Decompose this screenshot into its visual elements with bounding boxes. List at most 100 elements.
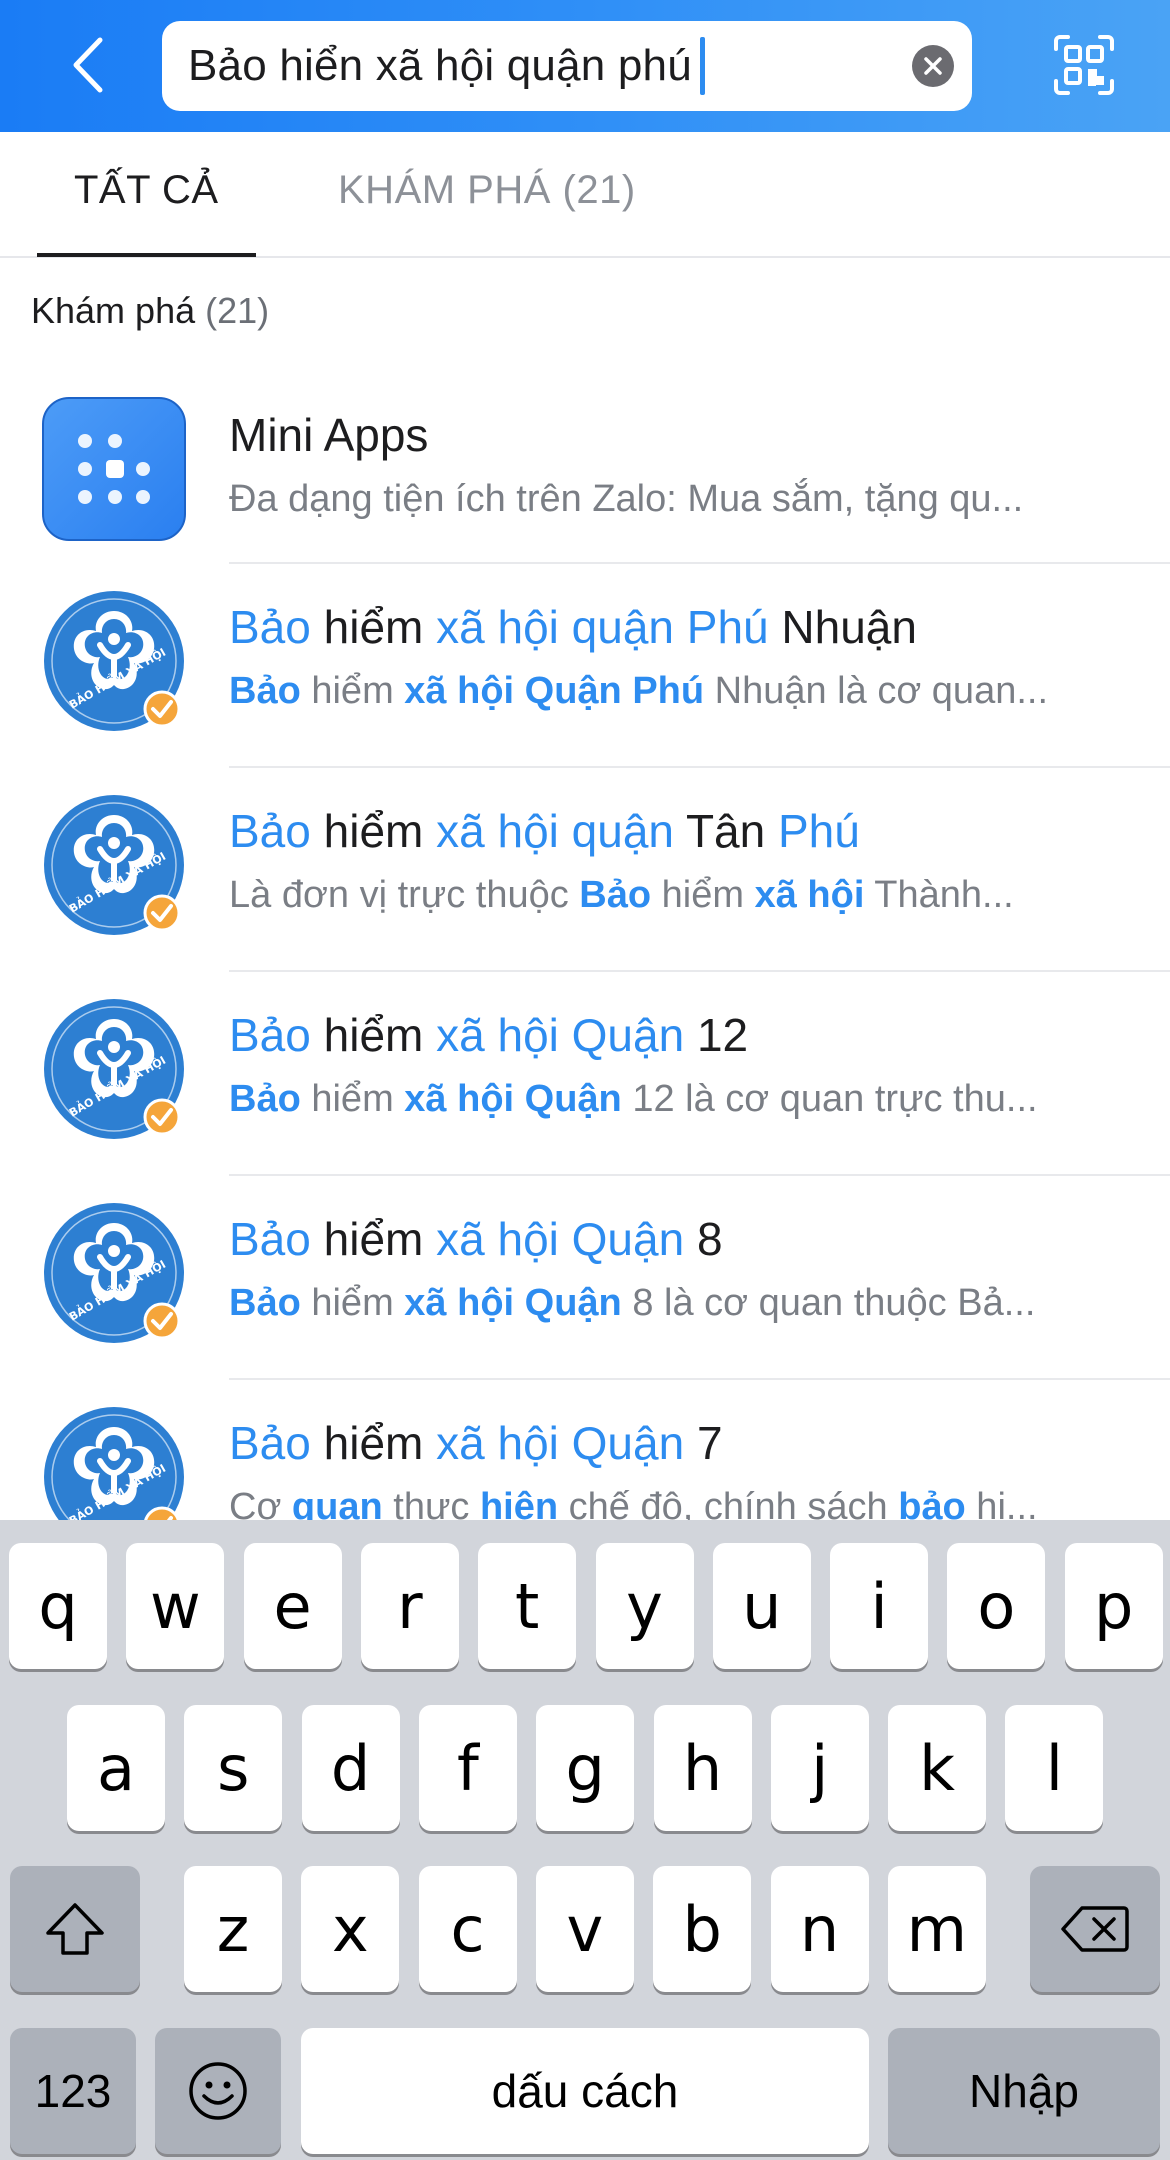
numbers-key[interactable]: 123 (10, 2028, 136, 2154)
section-title-label: Khám phá (31, 290, 196, 331)
key-j[interactable]: j (770, 1705, 869, 1831)
title-segment: Bảo (229, 1009, 311, 1061)
item-subtitle: Bảo hiểm xã hội Quận 8 là cơ quan thuộc … (229, 1282, 1129, 1325)
list-item[interactable]: BẢO HIỂM XÃ HỘI Bảo hiểm xã hội quận Tân… (0, 768, 1170, 972)
text-caret (699, 37, 705, 95)
space-key[interactable]: dấu cách (301, 2028, 869, 2154)
key-e[interactable]: e (243, 1543, 342, 1669)
shift-icon (46, 1903, 104, 1955)
key-v[interactable]: v (535, 1866, 634, 1992)
key-o[interactable]: o (947, 1543, 1046, 1669)
subtitle-segment: Bảo (579, 874, 652, 916)
key-a[interactable]: a (67, 1705, 165, 1831)
tab-explore[interactable]: KHÁM PHÁ (21) (338, 168, 636, 213)
key-z[interactable]: z (184, 1866, 282, 1992)
result-tabs: TẤT CẢ KHÁM PHÁ (21) (0, 132, 1170, 258)
key-x[interactable]: x (301, 1866, 400, 1992)
item-title: Bảo hiểm xã hội Quận 8 (229, 1212, 723, 1266)
subtitle-segment: hiểm (651, 874, 755, 916)
key-w[interactable]: w (126, 1543, 225, 1669)
backspace-icon (1061, 1906, 1129, 1952)
subtitle-segment: Cơ (229, 1486, 292, 1520)
tab-all[interactable]: TẤT CẢ (74, 168, 219, 213)
avatar: BẢO HIỂM XÃ HỘI (42, 997, 186, 1141)
social-insurance-logo: BẢO HIỂM XÃ HỘI (44, 999, 184, 1139)
item-subtitle: Là đơn vị trực thuộc Bảo hiểm xã hội Thà… (229, 874, 1129, 917)
title-segment: Mini Apps (229, 409, 429, 461)
subtitle-segment: xã hội (754, 874, 865, 916)
title-segment: Bảo (229, 1417, 311, 1469)
key-p[interactable]: p (1064, 1543, 1163, 1669)
search-input[interactable]: Bảo hiển xã hội quận phú (162, 21, 972, 111)
key-m[interactable]: m (887, 1866, 986, 1992)
qr-scan-button[interactable] (1052, 33, 1116, 97)
title-segment: Nhuận (768, 601, 917, 653)
key-g[interactable]: g (536, 1705, 635, 1831)
search-input-value: Bảo hiển xã hội quận phú (188, 41, 692, 90)
subtitle-segment: hiểm (300, 1078, 405, 1120)
title-segment: hiểm (310, 601, 437, 653)
key-n[interactable]: n (770, 1866, 869, 1992)
key-c[interactable]: c (418, 1866, 517, 1992)
social-insurance-logo: BẢO HIỂM XÃ HỘI (44, 591, 184, 731)
return-key[interactable]: Nhập (888, 2028, 1160, 2154)
avatar: BẢO HIỂM XÃ HỘI (42, 1405, 186, 1520)
key-i[interactable]: i (830, 1543, 929, 1669)
subtitle-segment: thực (382, 1486, 480, 1520)
subtitle-segment: hiểm (300, 670, 405, 712)
subtitle-segment: xã hội Quận (404, 1282, 622, 1324)
subtitle-segment: 12 là cơ quan trực thu... (621, 1078, 1038, 1120)
key-y[interactable]: y (595, 1543, 694, 1669)
emoji-icon (189, 2062, 247, 2120)
key-u[interactable]: u (712, 1543, 811, 1669)
title-segment: Phú (778, 805, 860, 857)
delete-key[interactable] (1030, 1866, 1160, 1992)
key-d[interactable]: d (301, 1705, 400, 1831)
active-tab-indicator (37, 253, 256, 257)
subtitle-segment: hi... (965, 1486, 1038, 1520)
title-segment: xã hội quận (436, 805, 674, 857)
key-s[interactable]: s (184, 1705, 283, 1831)
key-l[interactable]: l (1005, 1705, 1104, 1831)
subtitle-segment: hiện (479, 1486, 559, 1520)
subtitle-segment: Đa dạng tiện ích trên Zalo: Mua sắm, tặn… (229, 478, 1024, 520)
item-title: Bảo hiểm xã hội Quận 12 (229, 1008, 748, 1062)
item-title: Bảo hiểm xã hội quận Tân Phú (229, 804, 860, 858)
title-segment: hiểm (310, 1213, 437, 1265)
key-q[interactable]: q (9, 1543, 107, 1669)
subtitle-segment: 8 là cơ quan thuộc Bả... (621, 1282, 1036, 1324)
title-segment: hiểm (310, 1417, 437, 1469)
back-button[interactable] (58, 30, 118, 100)
avatar: BẢO HIỂM XÃ HỘI (42, 793, 186, 937)
subtitle-segment: Bảo (229, 1078, 301, 1120)
subtitle-segment: quan (291, 1486, 383, 1520)
item-subtitle: Bảo hiểm xã hội Quận 12 là cơ quan trực … (229, 1078, 1129, 1121)
shift-key[interactable] (10, 1866, 140, 1992)
list-item[interactable]: BẢO HIỂM XÃ HỘI Bảo hiểm xã hội Quận 8 Bả… (0, 1176, 1170, 1380)
list-item[interactable]: BẢO HIỂM XÃ HỘI Bảo hiểm xã hội quận Phú… (0, 564, 1170, 768)
avatar: BẢO HIỂM XÃ HỘI (42, 1201, 186, 1345)
title-segment: xã hội Quận (436, 1213, 685, 1265)
list-item[interactable]: BẢO HIỂM XÃ HỘI Bảo hiểm xã hội Quận 7 Cơ… (0, 1380, 1170, 1520)
title-segment: 8 (684, 1213, 723, 1265)
key-f[interactable]: f (418, 1705, 517, 1831)
title-segment: hiểm (310, 805, 437, 857)
subtitle-segment: chế độ, chính sách (558, 1486, 899, 1520)
key-k[interactable]: k (888, 1705, 987, 1831)
key-r[interactable]: r (360, 1543, 459, 1669)
list-item[interactable]: BẢO HIỂM XÃ HỘI Bảo hiểm xã hội Quận 12 B… (0, 972, 1170, 1176)
clear-search-button[interactable] (912, 45, 954, 87)
key-h[interactable]: h (653, 1705, 752, 1831)
subtitle-segment: Bảo (229, 670, 301, 712)
subtitle-segment: Thành... (864, 874, 1014, 916)
title-segment: Bảo (229, 805, 311, 857)
title-segment: Tân (674, 805, 778, 857)
mini-apps-grid-icon (42, 397, 186, 541)
subtitle-segment: Bảo (229, 1282, 301, 1324)
emoji-key[interactable] (155, 2028, 281, 2154)
list-item[interactable]: Mini Apps Đa dạng tiện ích trên Zalo: Mua… (0, 372, 1170, 564)
subtitle-segment: bảo (898, 1486, 966, 1520)
section-count: (21) (205, 290, 270, 331)
key-t[interactable]: t (478, 1543, 577, 1669)
key-b[interactable]: b (653, 1866, 752, 1992)
